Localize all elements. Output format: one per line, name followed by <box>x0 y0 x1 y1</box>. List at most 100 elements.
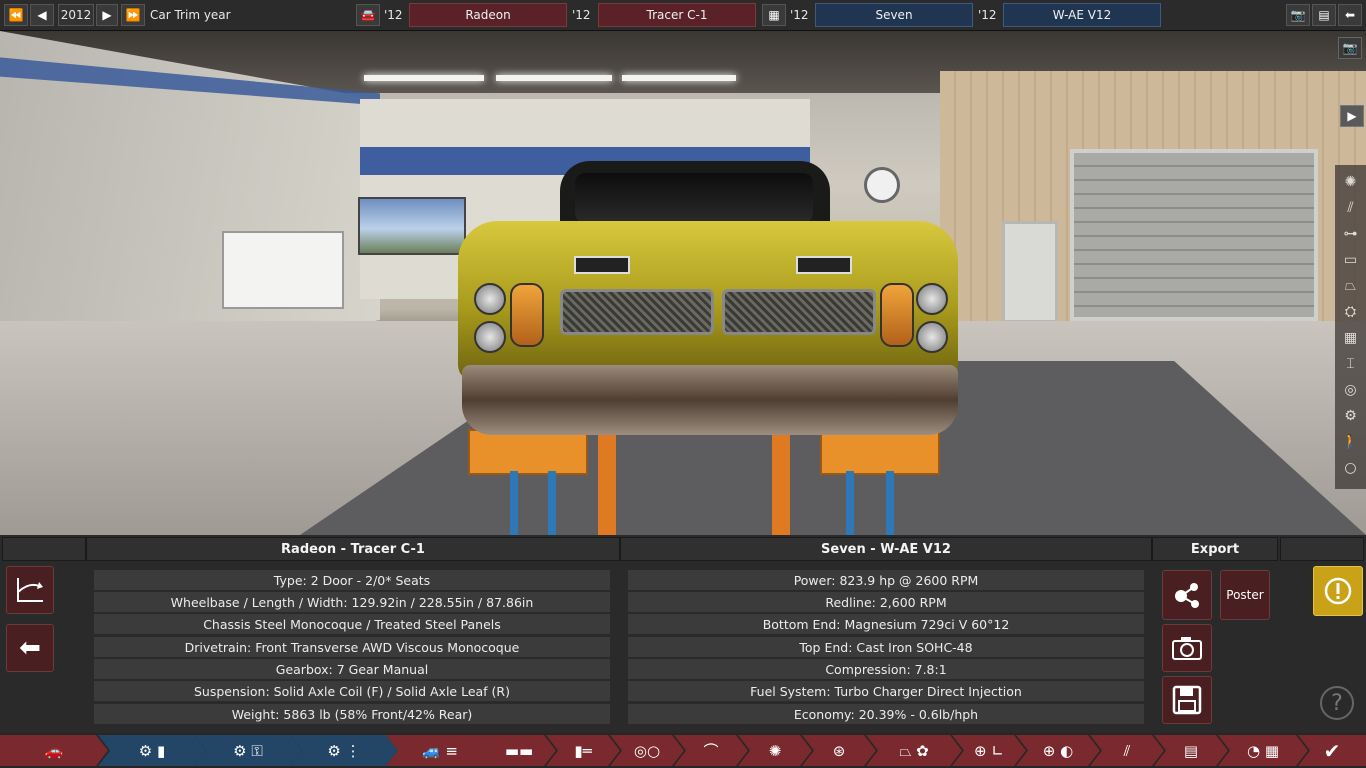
engine-info-row: Power: 823.9 hp @ 2600 RPM <box>628 570 1144 590</box>
aero-tab[interactable]: ⏢ ✿ <box>866 735 962 766</box>
car-model-selector[interactable]: Radeon <box>409 3 567 27</box>
car-info-row: Chassis Steel Monocoque / Treated Steel … <box>94 614 610 634</box>
camera-angle-button[interactable] <box>6 566 54 614</box>
engine-info-header: Seven - W-AE V12 <box>620 537 1152 561</box>
car-windshield <box>575 173 813 223</box>
car-body-tab[interactable]: 🚗 <box>0 735 108 766</box>
step-forward-icon[interactable]: ▶ <box>96 4 118 26</box>
camera-icon <box>1172 637 1202 660</box>
ceiling-light <box>622 75 736 81</box>
save-button[interactable] <box>1162 676 1212 724</box>
view-tools-panel: ✺ ⫽ ⊶ ▭ ⏢ ⛭ ▦ ⌶ ◎ ⚙ 🚶 ○ <box>1335 165 1366 489</box>
side-door <box>1002 221 1058 323</box>
person-icon[interactable]: 🚶 <box>1339 431 1362 453</box>
circle-icon[interactable]: ○ <box>1339 457 1362 479</box>
photo-button[interactable] <box>1162 624 1212 672</box>
right-tools-header <box>1280 537 1364 561</box>
car-headlight <box>474 321 506 353</box>
car-indicator-light <box>880 283 914 347</box>
engine-settings-icon: ⚙ ⋮ <box>327 741 361 760</box>
floppy-disk-icon <box>1172 685 1202 715</box>
race-flag-icon: ◔ ▦ <box>1246 741 1280 760</box>
car-bumper <box>462 365 958 435</box>
back-button[interactable]: ⬅ <box>6 624 54 672</box>
lift-leg <box>846 471 854 535</box>
export-header: Export <box>1152 537 1278 561</box>
rewind-icon[interactable]: ⏪ <box>4 4 28 26</box>
car-lift-pad <box>820 429 940 475</box>
car-trim-selector[interactable]: Tracer C-1 <box>598 3 756 27</box>
car-icon[interactable]: 🚘 <box>356 4 380 26</box>
car-info-row: Suspension: Solid Axle Coil (F) / Solid … <box>94 681 610 701</box>
fast-forward-icon[interactable]: ⏩ <box>121 4 145 26</box>
car-model-tab[interactable]: 🚙 ≡ <box>386 735 494 766</box>
car-headlight <box>916 283 948 315</box>
screenshot-camera-icon[interactable]: 📷 <box>1338 37 1362 59</box>
lift-leg <box>510 471 518 535</box>
garage-viewport[interactable]: 📷 ▶ ✺ ⫽ ⊶ ▭ ⏢ ⛭ ▦ ⌶ ◎ ⚙ 🚶 ○ <box>0 31 1366 535</box>
engine-info-row: Fuel System: Turbo Charger Direct Inject… <box>628 681 1144 701</box>
race-tab[interactable]: ◔ ▦ <box>1218 735 1308 766</box>
top-toolbar: ⏪ ◀ 2012 ▶ ⏩ Car Trim year 🚘 '12 Radeon … <box>0 0 1366 31</box>
engine-family-selector[interactable]: Seven <box>815 3 973 27</box>
engine-folder-icon: ⚙ ▮ <box>138 741 166 760</box>
warning-button[interactable] <box>1313 566 1363 616</box>
car-year: '12 <box>384 8 403 22</box>
wheel-icon: ✺ <box>768 741 782 760</box>
steering-wheel-icon: ⊕ ◐ <box>1042 741 1074 760</box>
year-label: Car Trim year <box>150 8 231 22</box>
engine-variant-tab[interactable]: ⚙ ⚿ <box>194 735 302 766</box>
exhaust-icon[interactable]: ▦ <box>1339 327 1362 349</box>
suspension-icon: ⌒ <box>703 742 719 760</box>
wheel-icon[interactable]: ✺ <box>1339 171 1362 193</box>
play-icon[interactable]: ▶ <box>1340 105 1364 127</box>
engine-info-row: Top End: Cast Iron SOHC-48 <box>628 637 1144 657</box>
car-hood-scoop <box>796 256 852 274</box>
engine-icon[interactable]: ⛭ <box>1339 301 1362 323</box>
brake-icon: ⊛ <box>832 741 846 760</box>
step-back-icon[interactable]: ◀ <box>30 4 54 26</box>
poster-button[interactable]: Poster <box>1220 570 1270 620</box>
car-info-row: Gearbox: 7 Gear Manual <box>94 659 610 679</box>
wall-poster <box>358 197 466 255</box>
engine-year: '12 <box>790 8 809 22</box>
engine-lock-icon: ⚙ ⚿ <box>233 741 263 760</box>
engine-info-row: Redline: 2,600 RPM <box>628 592 1144 612</box>
aero-icon: ⏢ ✿ <box>899 741 929 760</box>
share-button[interactable] <box>1162 570 1212 620</box>
ceiling-light <box>496 75 612 81</box>
test-track-tab[interactable]: ⊕ ◐ <box>1016 735 1100 766</box>
car-headlight <box>916 321 948 353</box>
help-icon[interactable]: ? <box>1320 686 1354 720</box>
lift-rail <box>772 431 790 535</box>
checkmark-icon: ✔ <box>1323 738 1341 763</box>
year-value[interactable]: 2012 <box>58 4 94 26</box>
lift-icon[interactable]: ⌶ <box>1339 353 1362 375</box>
engine-family-tab[interactable]: ⚙ ▮ <box>98 735 206 766</box>
list-icon[interactable]: ▤ <box>1312 4 1336 26</box>
engine-variant-selector[interactable]: W-AE V12 <box>1003 3 1161 27</box>
car-hood-scoop <box>574 256 630 274</box>
engine-tune-tab[interactable]: ⚙ ⋮ <box>290 735 398 766</box>
engine-icon[interactable]: ▦ <box>762 4 786 26</box>
gauge-icon[interactable]: ◎ <box>1339 379 1362 401</box>
car-info-header: Radeon - Tracer C-1 <box>86 537 620 561</box>
spring-icon[interactable]: ⫽ <box>1339 197 1362 219</box>
car-headlight <box>474 283 506 315</box>
back-arrow-icon[interactable]: ⬅ <box>1338 4 1362 26</box>
gear-icon[interactable]: ⚙ <box>1339 405 1362 427</box>
bumper-icon[interactable]: ▭ <box>1339 249 1362 271</box>
axle-icon[interactable]: ⊶ <box>1339 223 1362 245</box>
car-info-row: Drivetrain: Front Transverse AWD Viscous… <box>94 637 610 657</box>
lift-rail <box>598 431 616 535</box>
car-info-row: Wheelbase / Length / Width: 129.92in / 2… <box>94 592 610 612</box>
car-icon: 🚗 <box>44 741 64 760</box>
wall-clock <box>864 167 900 203</box>
car-model-icon: 🚙 ≡ <box>421 741 458 760</box>
axis-angle-icon <box>17 578 43 602</box>
camera-icon[interactable]: 📷 <box>1286 4 1310 26</box>
car-side-icon[interactable]: ⏢ <box>1339 275 1362 297</box>
garage-door <box>1070 149 1318 321</box>
left-tools-header <box>2 537 86 561</box>
ceiling-light <box>364 75 484 81</box>
